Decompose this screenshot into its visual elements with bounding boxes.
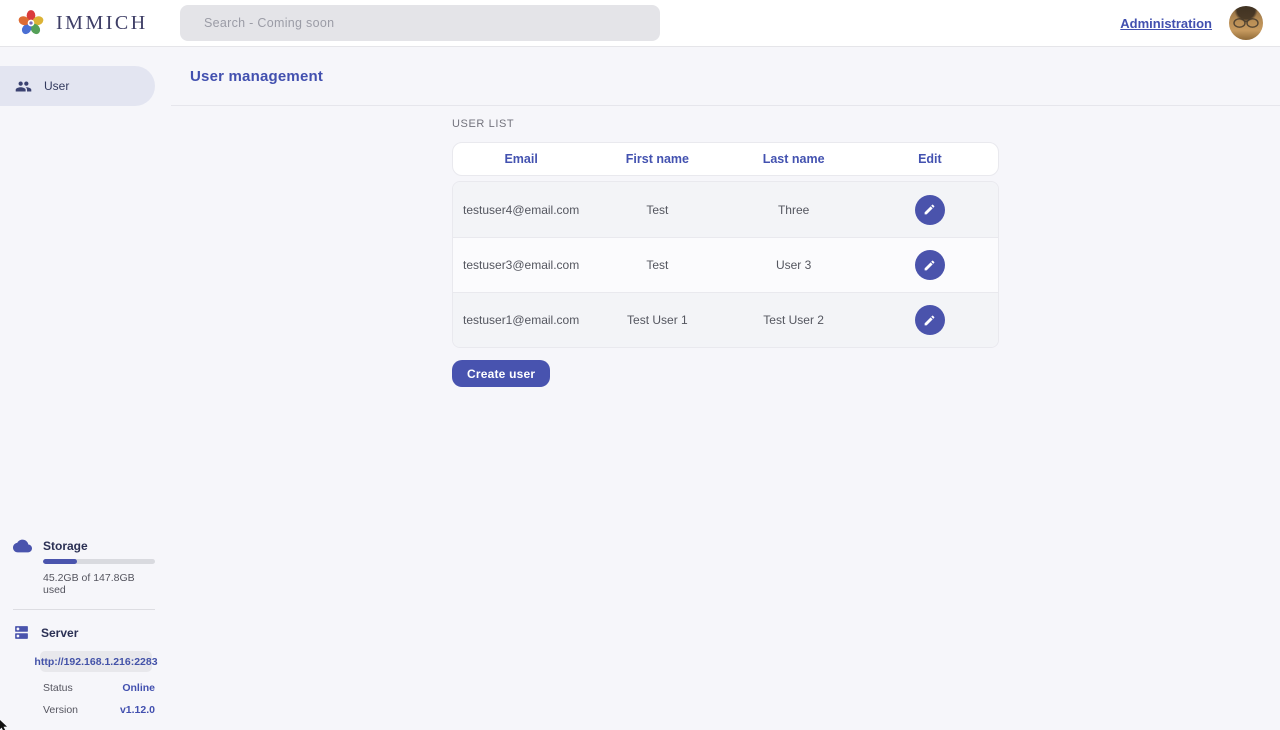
storage-progress-bar	[43, 559, 155, 564]
sidebar-item-label: User	[44, 79, 69, 93]
glasses-icon	[1232, 17, 1260, 29]
storage-title: Storage	[43, 539, 88, 553]
table-row: testuser3@email.com Test User 3	[453, 237, 998, 292]
immich-flower-icon	[16, 8, 46, 38]
server-status-row: Status Online	[43, 682, 155, 694]
server-title: Server	[41, 626, 78, 640]
user-email: testuser3@email.com	[453, 258, 589, 272]
create-user-button[interactable]: Create user	[452, 360, 550, 387]
status-value: Online	[122, 682, 155, 694]
server-url-badge: http://192.168.1.216:2283	[40, 651, 152, 672]
column-header-email: Email	[453, 152, 589, 166]
user-table-header: Email First name Last name Edit	[452, 142, 999, 176]
user-avatar[interactable]	[1229, 6, 1263, 40]
column-header-first-name: First name	[589, 152, 725, 166]
server-version-row: Version v1.12.0	[43, 704, 155, 716]
administration-link[interactable]: Administration	[1120, 16, 1212, 31]
user-email: testuser4@email.com	[453, 203, 589, 217]
table-row: testuser4@email.com Test Three	[453, 182, 998, 237]
user-table-body: testuser4@email.com Test Three testuser3…	[452, 181, 999, 348]
column-header-last-name: Last name	[726, 152, 862, 166]
user-first-name: Test User 1	[589, 313, 725, 327]
sidebar-bottom: Storage 45.2GB of 147.8GB used Server ht…	[0, 539, 171, 730]
server-section-header: Server	[13, 624, 155, 641]
user-email: testuser1@email.com	[453, 313, 589, 327]
app-logo[interactable]: IMMICH	[16, 0, 148, 46]
top-bar: IMMICH Administration	[0, 0, 1280, 47]
search-bar	[180, 5, 660, 41]
user-list-heading: USER LIST	[452, 118, 999, 130]
storage-usage-text: 45.2GB of 147.8GB used	[43, 572, 155, 596]
pencil-icon	[923, 314, 936, 327]
user-first-name: Test	[589, 258, 725, 272]
status-label: Status	[43, 682, 73, 694]
edit-user-button[interactable]	[915, 250, 945, 280]
version-label: Version	[43, 704, 78, 716]
table-row: testuser1@email.com Test User 1 Test Use…	[453, 292, 998, 347]
pencil-icon	[923, 203, 936, 216]
app-wordmark: IMMICH	[56, 12, 148, 35]
user-first-name: Test	[589, 203, 725, 217]
user-last-name: Test User 2	[726, 313, 862, 327]
sidebar-item-user[interactable]: User	[0, 66, 155, 106]
storage-section-header: Storage	[13, 539, 155, 553]
server-dns-icon	[13, 624, 30, 641]
topbar-right: Administration	[1120, 0, 1263, 46]
sidebar-divider	[13, 609, 155, 610]
edit-user-button[interactable]	[915, 305, 945, 335]
page-title: User management	[190, 68, 323, 85]
main-content: User management USER LIST Email First na…	[171, 47, 1280, 730]
user-last-name: Three	[726, 203, 862, 217]
user-last-name: User 3	[726, 258, 862, 272]
storage-progress-fill	[43, 559, 77, 564]
cloud-icon	[13, 539, 32, 553]
column-header-edit: Edit	[862, 152, 998, 166]
title-bar: User management	[171, 47, 1280, 106]
users-group-icon	[15, 78, 32, 95]
edit-user-button[interactable]	[915, 195, 945, 225]
sidebar: User Storage 45.2GB of 147.8GB used	[0, 47, 171, 730]
search-input[interactable]	[180, 5, 660, 41]
version-value: v1.12.0	[120, 704, 155, 716]
pencil-icon	[923, 259, 936, 272]
